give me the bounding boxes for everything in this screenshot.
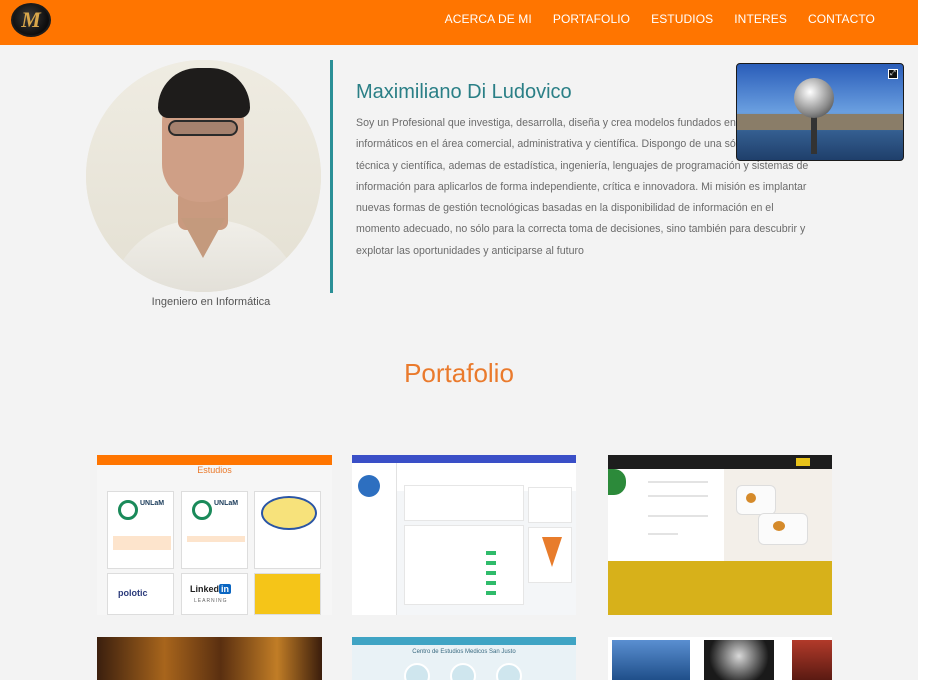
unlam-label: UNLaM bbox=[140, 500, 165, 507]
unlam-card-1: UNLaM bbox=[107, 491, 174, 569]
profile-photo bbox=[86, 60, 321, 292]
site-logo[interactable]: M bbox=[11, 3, 51, 37]
polotic-label: polotic bbox=[118, 588, 148, 598]
sphere-image bbox=[794, 78, 834, 118]
video-overlay[interactable]: ⤢ bbox=[736, 63, 904, 161]
yellow-card bbox=[254, 573, 321, 615]
nav-link-interes[interactable]: INTERES bbox=[734, 12, 787, 26]
funnel-shape bbox=[542, 537, 562, 567]
profile-name: Maximiliano Di Ludovico bbox=[356, 81, 572, 103]
seal-card bbox=[254, 491, 321, 569]
profile-caption: Ingeniero en Informática bbox=[151, 296, 271, 308]
nav-link-contacto[interactable]: CONTACTO bbox=[808, 12, 875, 26]
glasses-shape bbox=[168, 120, 238, 136]
portfolio-title: Portafolio bbox=[404, 358, 514, 388]
nav-link-acerca[interactable]: ACERCA DE MI bbox=[445, 12, 532, 26]
portfolio-item-gallery[interactable] bbox=[608, 637, 832, 680]
portfolio-item-medical[interactable]: Centro de Estudios Medicos San Justo bbox=[352, 637, 576, 680]
learning-label: LEARNING bbox=[194, 598, 228, 604]
vertical-divider bbox=[330, 60, 333, 293]
scrollbar-track[interactable] bbox=[918, 0, 945, 680]
nav-links: ACERCA DE MI PORTAFOLIO ESTUDIOS INTERES… bbox=[445, 12, 875, 26]
thumb-medical-heading: Centro de Estudios Medicos San Justo bbox=[412, 649, 516, 655]
video-expand-icon[interactable]: ⤢ bbox=[888, 69, 898, 79]
nav-link-portafolio[interactable]: PORTAFOLIO bbox=[553, 12, 630, 26]
portfolio-item-restaurant[interactable] bbox=[608, 455, 832, 615]
thumb-heading: Estudios bbox=[197, 465, 232, 475]
unlam-label: UNLaM bbox=[214, 500, 239, 507]
unlam-card-2: UNLaM bbox=[181, 491, 248, 569]
linkedin-label: Linked in bbox=[190, 584, 232, 594]
portfolio-item-library[interactable] bbox=[97, 637, 322, 680]
linkedin-card: Linked in LEARNING bbox=[181, 573, 248, 615]
nav-link-estudios[interactable]: ESTUDIOS bbox=[651, 12, 713, 26]
page: M ACERCA DE MI PORTAFOLIO ESTUDIOS INTER… bbox=[0, 0, 918, 680]
logo-letter: M bbox=[21, 7, 41, 32]
portfolio-item-estudios[interactable]: Estudios UNLaM UNLaM polotic Linked in LE… bbox=[97, 455, 332, 615]
portfolio-item-dashboard[interactable] bbox=[352, 455, 576, 615]
polotic-card: polotic bbox=[107, 573, 174, 615]
navbar: M ACERCA DE MI PORTAFOLIO ESTUDIOS INTER… bbox=[0, 0, 918, 45]
